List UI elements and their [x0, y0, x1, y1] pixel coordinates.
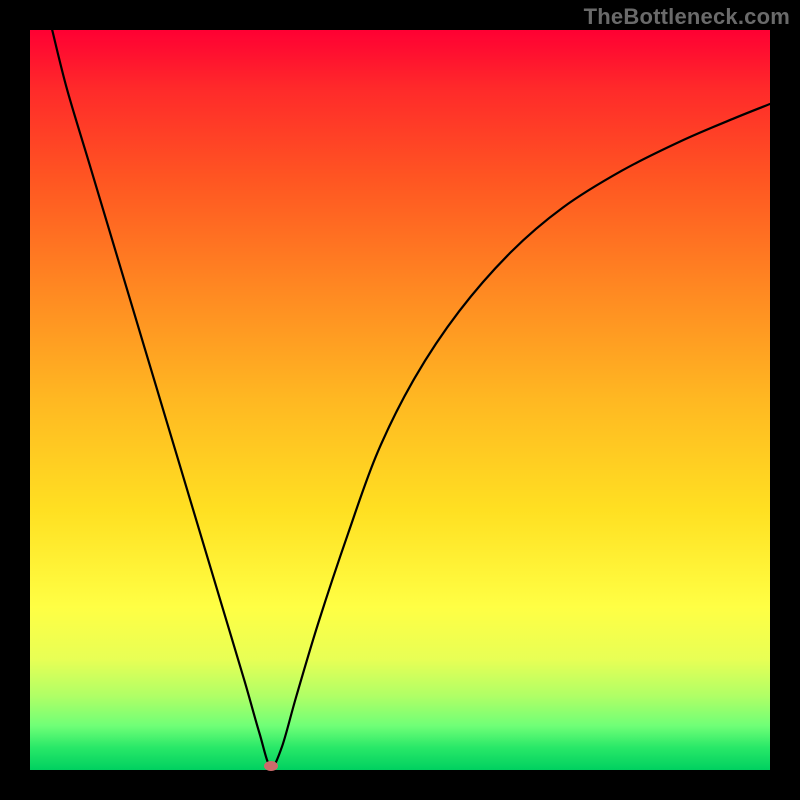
plot-area [30, 30, 770, 770]
watermark-text: TheBottleneck.com [584, 4, 790, 30]
chart-frame: TheBottleneck.com [0, 0, 800, 800]
bottleneck-curve [30, 30, 770, 770]
optimal-point-marker [264, 761, 278, 771]
